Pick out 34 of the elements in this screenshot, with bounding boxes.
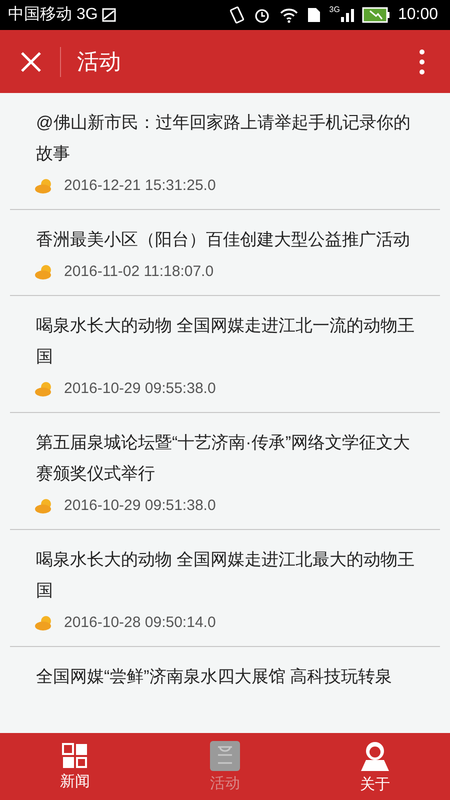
nav-tab[interactable]: 关于	[300, 733, 450, 800]
close-icon[interactable]	[20, 50, 42, 72]
carrier-text: 中国移动 3G	[8, 4, 98, 25]
cloud-sun-icon	[34, 178, 54, 194]
article-title[interactable]: @佛山新市民：过年回家路上请举起手机记录你的故事	[36, 107, 426, 169]
cloud-sun-icon	[34, 264, 54, 280]
article-date: 2016-11-02 11:18:07.0	[64, 262, 214, 282]
article-title[interactable]: 第五届泉城论坛暨“十艺济南·传承”网络文学征文大赛颁奖仪式举行	[36, 427, 426, 489]
header-title: 活动	[77, 48, 121, 76]
signal-icon	[340, 8, 354, 22]
article-title[interactable]: 香洲最美小区（阳台）百佳创建大型公益推广活动	[36, 224, 426, 255]
article-date: 2016-10-29 09:55:38.0	[64, 378, 216, 399]
wifi-icon	[279, 7, 300, 23]
alarm-icon	[253, 6, 272, 24]
article-title[interactable]: 喝泉水长大的动物 全国网媒走进江北最大的动物王国	[36, 544, 426, 606]
person-icon	[359, 740, 391, 772]
grid-icon	[61, 742, 89, 768]
cloud-sun-icon	[34, 615, 54, 631]
article-date: 2016-10-28 09:50:14.0	[64, 612, 216, 633]
battery-icon	[362, 7, 390, 23]
cloud-sun-icon	[34, 381, 54, 397]
sim-icon	[307, 7, 322, 23]
network-text: 3G	[329, 4, 340, 16]
clock-text: 10:00	[398, 5, 438, 25]
more-icon[interactable]	[418, 48, 426, 74]
image-icon	[102, 8, 116, 22]
article-title[interactable]: 喝泉水长大的动物 全国网媒走进江北一流的动物王国	[36, 310, 426, 372]
list-icon	[210, 740, 240, 770]
article-date: 2016-12-21 15:31:25.0	[64, 176, 216, 196]
cloud-sun-icon	[34, 498, 54, 514]
vibrate-icon	[229, 6, 246, 24]
article-date: 2016-10-29 09:51:38.0	[64, 496, 216, 516]
nav-tab[interactable]: 新闻	[0, 733, 150, 800]
article-title[interactable]: 全国网媒“尝鲜”济南泉水四大展馆 高科技玩转泉	[36, 661, 426, 692]
